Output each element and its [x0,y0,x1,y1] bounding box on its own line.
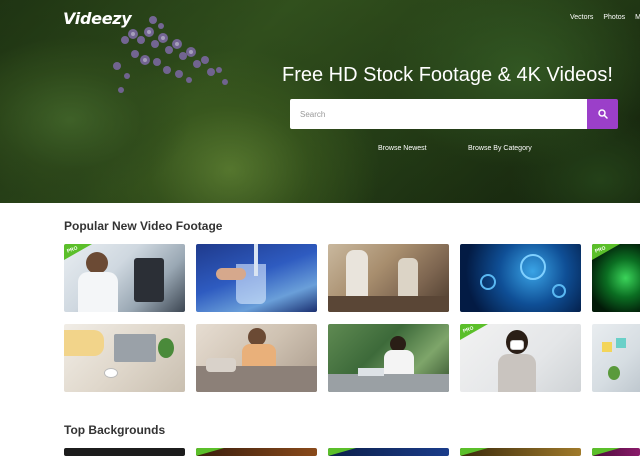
video-thumbnail-lab-scientists[interactable] [328,244,449,312]
pro-badge: PRO [592,244,620,260]
video-thumbnail-office-notes[interactable] [592,324,640,392]
search-bar [290,99,618,129]
video-thumbnail-woman-mask[interactable]: PRO [460,324,581,392]
nav-photos[interactable]: Photos [603,14,625,21]
pro-badge: PRO [64,244,92,260]
popular-footage-title: Popular New Video Footage [64,219,223,233]
hero-headline: Free HD Stock Footage & 4K Videos! [282,64,613,86]
site-logo[interactable]: Videezy [63,9,132,28]
search-input[interactable] [290,99,587,129]
search-button[interactable] [587,99,618,129]
top-backgrounds-title: Top Backgrounds [64,423,166,437]
nav-vectors[interactable]: Vectors [570,14,593,21]
nav-more[interactable]: Mo [635,14,640,21]
background-thumbnail-4[interactable] [460,448,581,456]
video-thumbnail-lab-beaker[interactable] [196,244,317,312]
background-thumbnail-3[interactable] [328,448,449,456]
background-thumbnail-2[interactable] [196,448,317,456]
video-thumbnail-laptop-desk[interactable] [64,324,185,392]
background-thumbnail-1[interactable] [64,448,185,456]
pro-badge: PRO [460,324,488,340]
video-thumbnail-couple-sofa[interactable] [196,324,317,392]
video-thumbnail-lab-microscope[interactable]: PRO [64,244,185,312]
browse-category-link[interactable]: Browse By Category [468,145,532,152]
video-thumbnail-woman-laptop[interactable] [328,324,449,392]
video-thumbnail-virus-blue[interactable] [460,244,581,312]
search-icon [597,109,608,119]
browse-newest-link[interactable]: Browse Newest [378,145,427,152]
top-nav: Vectors Photos Mo [570,14,640,21]
background-thumbnail-5[interactable] [592,448,640,456]
video-thumbnail-virus-green[interactable]: PRO [592,244,640,312]
